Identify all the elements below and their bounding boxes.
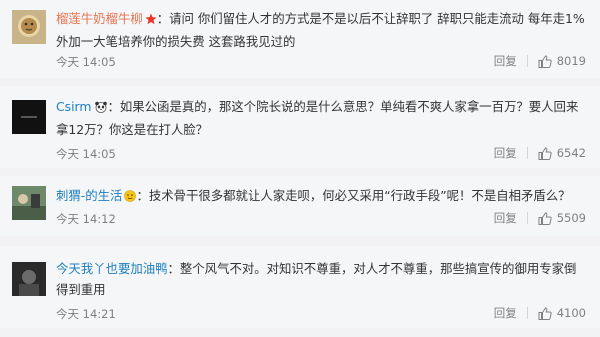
- reply-button[interactable]: 回复: [494, 53, 517, 69]
- comment-item: Csirm ：如果公函是真的，那这个院长说的是什么意思？单纯看不爽人家拿一百万？要…: [0, 86, 600, 168]
- comment-text-block: 今天我丫也要加油鸭：整个风气不对。对知识不尊重，对人才不尊重，那些搞宣传的御用专…: [56, 258, 586, 300]
- thumbs-up-icon: [538, 146, 552, 160]
- comment-body: 技术骨干很多都就让人家走呗，何必又采用“行政手段”呢！不是自相矛盾么？: [148, 188, 571, 203]
- comment-item: 今天我丫也要加油鸭：整个风气不对。对知识不尊重，对人才不尊重，那些搞宣传的御用专…: [0, 246, 600, 328]
- like-count: 6542: [556, 146, 586, 160]
- avatar[interactable]: [12, 10, 46, 44]
- comment-timestamp: 今天 14:12: [56, 212, 116, 226]
- comment-timestamp: 今天 14:05: [56, 147, 116, 161]
- comment-username[interactable]: Csirm: [56, 99, 92, 114]
- colon-separator: ：: [136, 188, 149, 203]
- divider: [526, 147, 528, 159]
- like-button[interactable]: 8019: [538, 54, 586, 68]
- comment-timestamp: 今天 14:05: [56, 55, 116, 69]
- divider: [526, 55, 528, 67]
- comment-username[interactable]: 榴莲牛奶榴牛柳: [56, 11, 143, 26]
- comment-username[interactable]: 今天我丫也要加油鸭: [56, 261, 168, 276]
- comment-text-block: Csirm ：如果公函是真的，那这个院长说的是什么意思？单纯看不爽人家拿一百万？要…: [56, 96, 586, 140]
- panda-icon: [94, 98, 108, 119]
- thumbs-up-icon: [538, 211, 552, 225]
- divider: [526, 307, 528, 319]
- avatar[interactable]: [12, 186, 46, 220]
- comment-body: 如果公函是真的，那这个院长说的是什么意思？单纯看不爽人家拿一百万？要人回来拿12…: [56, 99, 579, 137]
- reply-button[interactable]: 回复: [494, 210, 517, 226]
- like-count: 5509: [556, 211, 586, 225]
- like-count: 8019: [556, 54, 586, 68]
- comment-text-block: 榴莲牛奶榴牛柳 ：请问 你们留住人才的方式是不是以后不让辞职了 辞职只能走流动 每…: [56, 8, 586, 52]
- comment-actions: 回复 5509: [494, 210, 586, 226]
- comment-actions: 回复 4100: [494, 305, 586, 321]
- reply-button[interactable]: 回复: [494, 305, 517, 321]
- star-icon: [145, 10, 157, 31]
- comment-timestamp: 今天 14:21: [56, 307, 116, 321]
- colon-separator: ：: [156, 11, 170, 26]
- avatar[interactable]: [12, 262, 46, 296]
- like-button[interactable]: 5509: [538, 211, 586, 225]
- face-icon: [124, 187, 137, 208]
- thumbs-up-icon: [538, 54, 552, 68]
- comment-actions: 回复 6542: [494, 145, 586, 161]
- comment-item: 刺猬-的生活 ：技术骨干很多都就让人家走呗，何必又采用“行政手段”呢！不是自相矛盾…: [0, 176, 600, 236]
- comment-text-block: 刺猬-的生活 ：技术骨干很多都就让人家走呗，何必又采用“行政手段”呢！不是自相矛盾…: [56, 185, 586, 208]
- comment-actions: 回复 8019: [494, 53, 586, 69]
- colon-separator: ：: [167, 261, 180, 276]
- reply-button[interactable]: 回复: [494, 145, 517, 161]
- like-button[interactable]: 4100: [538, 306, 586, 320]
- comment-item: 榴莲牛奶榴牛柳 ：请问 你们留住人才的方式是不是以后不让辞职了 辞职只能走流动 每…: [0, 0, 600, 78]
- divider: [526, 212, 528, 224]
- thumbs-up-icon: [538, 306, 552, 320]
- comment-username[interactable]: 刺猬-的生活: [56, 188, 122, 203]
- avatar[interactable]: [12, 100, 46, 134]
- like-count: 4100: [556, 306, 586, 320]
- colon-separator: ：: [107, 99, 120, 114]
- like-button[interactable]: 6542: [538, 146, 586, 160]
